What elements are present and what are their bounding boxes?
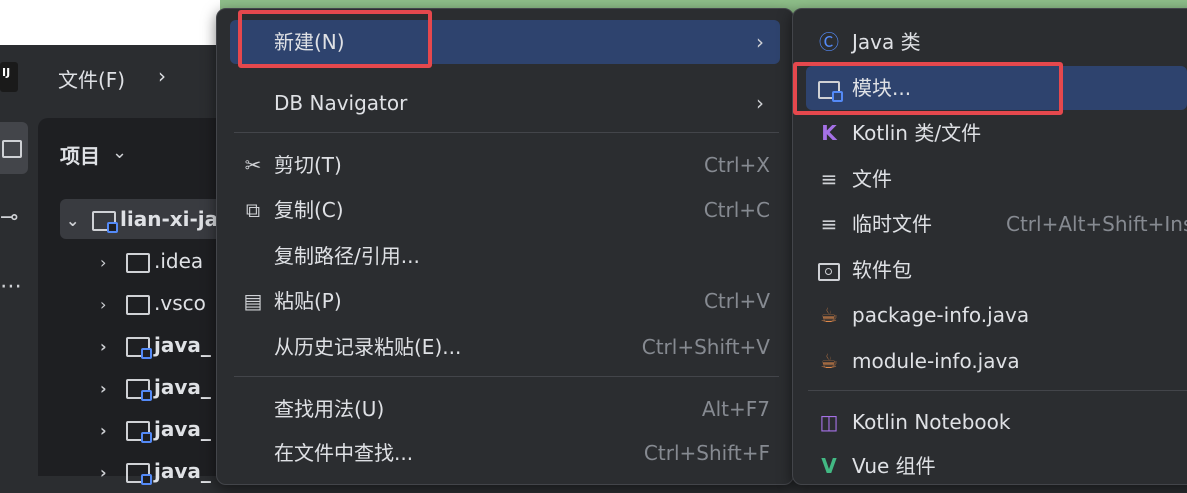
menu-item-shortcut: Ctrl+C <box>703 198 770 222</box>
module-folder-icon <box>92 210 118 233</box>
folder-icon <box>2 140 22 158</box>
project-tool-button[interactable] <box>0 122 28 174</box>
scratch-file-icon: ≡ <box>820 212 838 236</box>
tool-window-strip <box>0 45 38 476</box>
file-icon: ≡ <box>820 167 838 191</box>
submenu-item-label: 文件 <box>852 167 892 191</box>
chevron-right-icon[interactable]: › <box>100 369 126 409</box>
tree-item-label: java_ <box>154 375 211 399</box>
menu-item-copy-path[interactable]: 复制路径/引用... <box>230 234 780 278</box>
menu-item-shortcut: Ctrl+Shift+F <box>643 441 770 465</box>
highlight-box <box>238 10 432 68</box>
menu-item-find-usages[interactable]: 查找用法(U) Alt+F7 <box>230 387 780 431</box>
module-folder-icon <box>126 378 152 401</box>
chevron-down-icon[interactable]: ⌄ <box>112 142 127 163</box>
submenu-item-label: package-info.java <box>852 303 1030 327</box>
submenu-item-file[interactable]: ≡ 文件 <box>806 157 1187 201</box>
menu-item-shortcut: Ctrl+Shift+V <box>641 335 770 359</box>
chevron-right-icon[interactable]: › <box>100 327 126 367</box>
app-logo-icon: IJ <box>0 62 18 92</box>
menu-separator <box>234 132 779 133</box>
submenu-item-package[interactable]: 软件包 <box>806 248 1187 292</box>
menu-separator <box>808 390 1187 391</box>
submenu-item-java-class[interactable]: Ⓒ Java 类 <box>806 20 1187 64</box>
tree-item-root[interactable]: ⌄ lian-xi-ja <box>66 199 218 239</box>
tree-item[interactable]: › .idea <box>100 241 203 281</box>
menu-item-find-in-files[interactable]: 在文件中查找... Ctrl+Shift+F <box>230 431 780 475</box>
clipboard-icon: ▤ <box>243 289 263 313</box>
module-folder-icon <box>126 336 152 359</box>
tree-item[interactable]: › .vsco <box>100 283 206 323</box>
tree-item[interactable]: › java_ <box>100 451 211 491</box>
menu-item-copy[interactable]: ⧉ 复制(C) Ctrl+C <box>230 188 780 232</box>
highlight-box <box>793 62 1063 115</box>
submenu-item-label: 临时文件 <box>852 212 932 236</box>
menu-item-label: 剪切(T) <box>274 153 342 177</box>
kotlin-notebook-icon: ◫ <box>819 410 839 434</box>
chevron-right-icon[interactable]: › <box>100 453 126 493</box>
module-folder-icon <box>126 462 152 485</box>
submenu-item-module-info[interactable]: ☕ module-info.java <box>806 339 1187 383</box>
chevron-right-icon[interactable]: › <box>100 411 126 451</box>
kotlin-icon: K <box>821 121 837 145</box>
menu-item-label: DB Navigator <box>274 91 408 115</box>
tree-item[interactable]: › java_ <box>100 409 211 449</box>
chevron-right-icon: › <box>756 30 764 54</box>
tree-item[interactable]: › java_ <box>100 367 211 407</box>
chevron-down-icon[interactable]: ⌄ <box>66 201 92 241</box>
java-cup-icon: ☕ <box>820 349 838 373</box>
folder-icon <box>126 252 150 273</box>
chevron-right-icon[interactable]: › <box>100 243 126 283</box>
tree-item[interactable]: › java_ <box>100 325 211 365</box>
chevron-right-icon[interactable]: › <box>158 64 166 88</box>
file-menu[interactable]: 文件(F) <box>58 64 125 93</box>
module-folder-icon <box>126 420 152 443</box>
submenu-item-label: Kotlin Notebook <box>852 410 1011 434</box>
menu-item-label: 复制路径/引用... <box>274 244 420 268</box>
menu-item-paste[interactable]: ▤ 粘贴(P) Ctrl+V <box>230 279 780 323</box>
chevron-right-icon: › <box>756 91 764 115</box>
submenu-item-label: module-info.java <box>852 349 1020 373</box>
chevron-right-icon[interactable]: › <box>100 285 126 325</box>
menu-item-shortcut: Ctrl+X <box>703 153 770 177</box>
java-cup-icon: ☕ <box>820 303 838 327</box>
vue-icon: V <box>821 454 837 478</box>
window-behind <box>0 0 220 45</box>
tree-item-label: java_ <box>154 333 211 357</box>
project-panel-title[interactable]: 项目 <box>60 140 100 169</box>
commit-icon[interactable]: ⊸ <box>0 205 18 230</box>
menu-item-paste-history[interactable]: 从历史记录粘贴(E)... Ctrl+Shift+V <box>230 325 780 369</box>
menu-item-label: 复制(C) <box>274 198 344 222</box>
submenu-item-kotlin[interactable]: K Kotlin 类/文件 <box>806 111 1187 155</box>
submenu-item-label: Kotlin 类/文件 <box>852 121 982 145</box>
tree-item-label: .idea <box>154 249 204 273</box>
menu-item-shortcut: Alt+F7 <box>701 397 770 421</box>
menu-item-cut[interactable]: ✂ 剪切(T) Ctrl+X <box>230 143 780 187</box>
copy-icon: ⧉ <box>245 198 261 222</box>
folder-icon <box>126 294 150 315</box>
submenu-item-shortcut: Ctrl+Alt+Shift+Ins <box>1006 212 1187 236</box>
submenu-item-kotlin-notebook[interactable]: ◫ Kotlin Notebook <box>806 400 1187 444</box>
java-class-icon: Ⓒ <box>819 30 839 54</box>
submenu-item-label: Vue 组件 <box>852 454 936 478</box>
scissors-icon: ✂ <box>244 153 262 177</box>
more-icon[interactable]: ⋯ <box>0 274 23 299</box>
menu-item-label: 粘贴(P) <box>274 289 342 313</box>
menu-item-label: 从历史记录粘贴(E)... <box>274 335 462 359</box>
submenu-item-label: 软件包 <box>852 258 912 282</box>
submenu-item-scratch-file[interactable]: ≡ 临时文件 Ctrl+Alt+Shift+Ins <box>806 202 1187 246</box>
tree-item-label: lian-xi-ja <box>120 207 219 231</box>
menu-item-label: 在文件中查找... <box>274 441 414 465</box>
submenu-item-vue[interactable]: V Vue 组件 <box>806 444 1187 488</box>
menu-separator <box>234 376 779 377</box>
tree-item-label: java_ <box>154 459 211 483</box>
tree-item-label: .vsco <box>154 291 206 315</box>
tree-item-label: java_ <box>154 417 211 441</box>
submenu-item-package-info[interactable]: ☕ package-info.java <box>806 293 1187 337</box>
menu-item-db-navigator[interactable]: DB Navigator › <box>230 81 780 125</box>
menu-item-shortcut: Ctrl+V <box>703 289 770 313</box>
package-icon <box>816 248 842 292</box>
submenu-item-label: Java 类 <box>852 30 921 54</box>
menu-item-label: 查找用法(U) <box>274 397 385 421</box>
